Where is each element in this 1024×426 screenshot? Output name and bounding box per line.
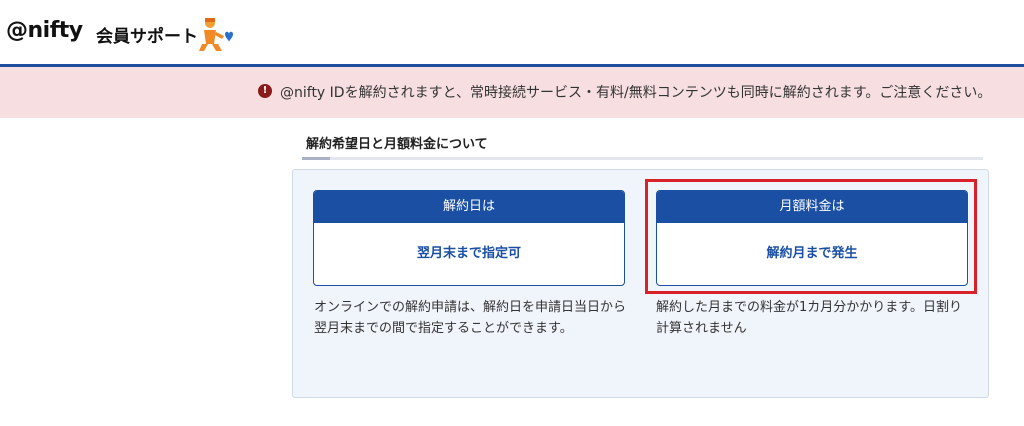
section-title-underline: [302, 157, 983, 160]
highlight-box: [645, 179, 977, 294]
nifty-logo[interactable]: @nifty: [6, 18, 83, 43]
member-support-label[interactable]: 会員サポート: [96, 22, 198, 47]
support-mascot-icon: [199, 18, 233, 51]
notice-text: @nifty IDを解約されますと、常時接続サービス・有料/無料コンテンツも同時…: [280, 85, 992, 101]
section-title: 解約希望日と月額料金について: [306, 137, 488, 152]
section-title-underline-accent: [302, 157, 330, 160]
cancellation-date-description: オンラインでの解約申請は、解約日を申請日当日から翌月末までの間で指定することがで…: [314, 300, 627, 336]
monthly-fee-description: 解約した月までの料金が1カ月分かかります。日割り計算されません: [656, 300, 962, 336]
card-header: 解約日は: [314, 191, 624, 223]
exclamation-circle-icon: !: [258, 84, 272, 98]
site-header: @nifty 会員サポート: [0, 0, 1024, 64]
card-value: 翌月末まで指定可: [416, 246, 521, 261]
cancellation-date-card: 解約日は 翌月末まで指定可: [313, 190, 625, 286]
